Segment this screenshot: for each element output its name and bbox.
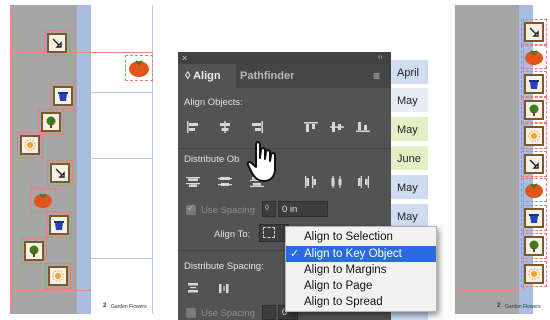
align-left-edges-icon[interactable]	[186, 121, 200, 133]
check-icon: ✓	[187, 203, 195, 213]
key-object-icon	[263, 227, 275, 238]
trowel-icon[interactable]	[521, 19, 547, 45]
trowel-icon[interactable]	[47, 160, 73, 186]
align-objects-label: Align Objects:	[184, 97, 243, 108]
tomato-icon[interactable]	[521, 45, 547, 69]
page-footer-text: Garden Flowers	[111, 304, 147, 310]
tomato-icon[interactable]	[521, 178, 547, 202]
check-icon: ✓	[290, 248, 300, 260]
selection-guide	[11, 290, 91, 291]
panel-title-bar[interactable]	[178, 52, 391, 64]
tree-icon[interactable]	[21, 238, 47, 264]
page-number: 2	[497, 303, 501, 309]
flower-pot-icon[interactable]	[50, 83, 76, 109]
table-cell[interactable]: May	[391, 175, 428, 201]
tomato-icon[interactable]	[125, 55, 153, 81]
tomato-icon[interactable]	[30, 188, 56, 212]
spacing-stepper-2[interactable]	[262, 305, 276, 320]
right-page-gray-column	[455, 5, 520, 314]
menu-item-align-to-page[interactable]: Align to Page	[286, 278, 436, 294]
tree-icon[interactable]	[521, 97, 547, 123]
menu-item-align-to-key-object[interactable]: Align to Key Object	[286, 246, 436, 262]
table-cell[interactable]: June	[391, 146, 428, 172]
distribute-vertical-space-icon[interactable]	[186, 282, 200, 294]
distribute-right-edges-icon[interactable]	[356, 176, 370, 188]
align-bottom-edges-icon[interactable]	[356, 121, 370, 133]
distribute-objects-label: Distribute Ob	[184, 154, 240, 165]
hand-cursor-icon	[245, 140, 279, 189]
flower-pot-icon[interactable]	[521, 205, 547, 231]
selection-guide	[69, 28, 70, 290]
flower-pot-icon[interactable]	[521, 71, 547, 97]
panel-divider	[178, 148, 391, 149]
selection-guide	[455, 290, 519, 291]
selection-guide	[21, 28, 22, 290]
distribute-spacing-label: Distribute Spacing:	[184, 261, 264, 272]
use-spacing-checkbox-2[interactable]	[186, 308, 196, 318]
close-icon[interactable]: ×	[182, 52, 187, 64]
menu-item-align-to-selection[interactable]: Align to Selection	[286, 229, 436, 245]
page-number: 2	[103, 303, 107, 309]
align-horizontal-centers-icon[interactable]	[218, 121, 232, 133]
use-spacing-label: Use Spacing	[201, 205, 255, 216]
menu-item-align-to-margins[interactable]: Align to Margins	[286, 262, 436, 278]
align-top-edges-icon[interactable]	[304, 121, 318, 133]
collapse-icon[interactable]: ‹‹	[378, 52, 383, 64]
sun-icon[interactable]	[521, 261, 547, 287]
sun-icon[interactable]	[45, 263, 71, 289]
sun-icon[interactable]	[521, 123, 547, 149]
table-cell[interactable]: April	[391, 60, 428, 86]
distribute-top-edges-icon[interactable]	[186, 176, 200, 188]
use-spacing-label-2: Use Spacing	[201, 308, 255, 319]
align-vertical-centers-icon[interactable]	[330, 121, 344, 133]
tab-pathfinder[interactable]: Pathfinder	[240, 64, 294, 88]
stepper-arrows-icon: ◊	[265, 203, 269, 212]
panel-menu-icon[interactable]: ≡	[373, 64, 380, 88]
sun-icon[interactable]	[17, 132, 43, 158]
page-footer-text: Garden Flowers	[505, 304, 541, 310]
tab-align[interactable]: ◊ Align	[178, 64, 236, 88]
flower-pot-icon[interactable]	[46, 212, 72, 238]
table-cell[interactable]: May	[391, 88, 428, 114]
align-to-label: Align To:	[214, 229, 251, 240]
trowel-icon[interactable]	[521, 151, 547, 177]
align-right-edges-icon[interactable]	[250, 121, 264, 133]
trowel-icon[interactable]	[44, 30, 70, 56]
distribute-vertical-centers-icon[interactable]	[218, 176, 232, 188]
distribute-left-edges-icon[interactable]	[304, 176, 318, 188]
distribute-horizontal-centers-icon[interactable]	[330, 176, 344, 188]
table-cell[interactable]: May	[391, 117, 428, 143]
distribute-horizontal-space-icon[interactable]	[218, 282, 232, 294]
menu-item-align-to-spread[interactable]: Align to Spread	[286, 294, 436, 310]
tree-icon[interactable]	[521, 233, 547, 259]
selection-guide	[11, 52, 153, 53]
tree-icon[interactable]	[38, 109, 64, 135]
spacing-input-value: 0 in	[282, 204, 298, 215]
